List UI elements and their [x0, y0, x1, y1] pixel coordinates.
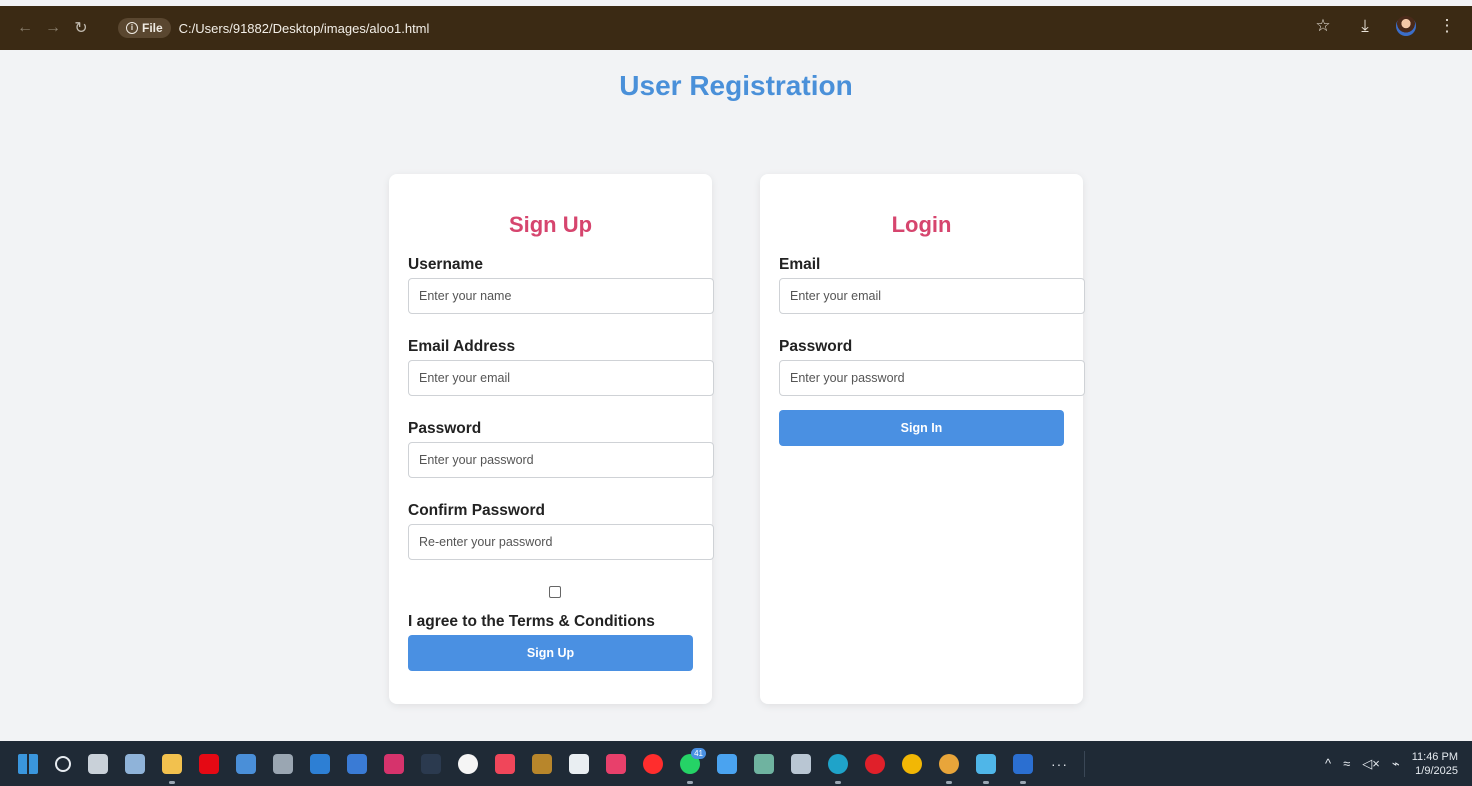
intellij-icon[interactable]: [606, 753, 626, 774]
clock-date: 1/9/2025: [1415, 764, 1458, 777]
signup-email-input[interactable]: [408, 360, 714, 396]
chrome-profile-icon[interactable]: [939, 753, 959, 784]
login-email-input[interactable]: [779, 278, 1085, 314]
login-title: Login: [891, 212, 952, 237]
app-gem-icon[interactable]: [273, 753, 293, 774]
youtube-icon[interactable]: [643, 753, 663, 774]
wifi-icon[interactable]: ≈: [1343, 756, 1350, 771]
instagram-icon[interactable]: [384, 753, 404, 774]
photos-icon[interactable]: [236, 753, 256, 774]
signin-button[interactable]: Sign In: [779, 410, 1064, 446]
browser-toolbar: ← → ↻ i File C:/Users/91882/Desktop/imag…: [0, 6, 1472, 50]
login-email-label: Email: [779, 256, 821, 273]
signup-button[interactable]: Sign Up: [408, 635, 693, 671]
login-password-label: Password: [779, 338, 853, 355]
system-tray: ^ ≈ ◁× ⌁ 11:46 PM 1/9/2025: [1325, 741, 1458, 786]
word-icon[interactable]: [1013, 753, 1033, 784]
file-explorer-icon[interactable]: [162, 753, 182, 784]
signup-title: Sign Up: [508, 212, 593, 237]
signup-password-label: Password: [408, 420, 482, 437]
profile-avatar-icon[interactable]: [1396, 16, 1416, 36]
signup-card: Sign Up Username Email Address Password …: [389, 174, 714, 704]
bookmark-star-icon[interactable]: ☆: [1312, 16, 1334, 36]
sonyliv-icon[interactable]: [532, 753, 552, 774]
address-bar[interactable]: i File C:/Users/91882/Desktop/images/alo…: [118, 14, 1348, 42]
browser-menu-icon[interactable]: ⋮: [1436, 16, 1458, 36]
login-password-input[interactable]: [779, 360, 1085, 396]
edge-icon[interactable]: [828, 753, 848, 784]
u-app-icon[interactable]: [458, 753, 478, 774]
back-icon[interactable]: ←: [14, 17, 36, 39]
username-input[interactable]: [408, 278, 714, 314]
notepad-icon[interactable]: [976, 753, 996, 784]
forward-icon[interactable]: →: [42, 17, 64, 39]
calculator-icon[interactable]: [347, 753, 367, 774]
browser-actions: ☆ ⤓ ⋮: [1312, 16, 1458, 36]
clock-time: 11:46 PM: [1411, 750, 1458, 763]
volume-muted-icon[interactable]: ◁×: [1362, 756, 1380, 772]
info-icon: i: [126, 22, 138, 34]
site-info-chip[interactable]: i File: [118, 18, 171, 38]
windows-taskbar: 41 ··· ^ ≈ ◁× ⌁ 11:46 PM 1/9/2025: [0, 741, 1472, 786]
vscode-icon[interactable]: [310, 753, 330, 774]
confirm-password-label: Confirm Password: [408, 502, 545, 519]
show-hidden-icons-icon[interactable]: ^: [1325, 756, 1331, 771]
reload-icon[interactable]: ↻: [70, 17, 92, 39]
whatsapp-icon[interactable]: 41: [680, 747, 706, 784]
dh-app-icon[interactable]: [421, 753, 441, 774]
taskbar-separator: [1084, 750, 1085, 777]
page-title: User Registration: [619, 70, 853, 101]
download-icon[interactable]: ⤓: [1354, 16, 1376, 36]
confirm-password-input[interactable]: [408, 524, 714, 560]
url-text[interactable]: C:/Users/91882/Desktop/images/aloo1.html: [179, 21, 430, 36]
opera-icon[interactable]: [865, 753, 885, 774]
paint-icon[interactable]: [791, 753, 811, 774]
media-icon[interactable]: [569, 753, 589, 774]
signup-email-label: Email Address: [408, 338, 516, 355]
terms-checkbox[interactable]: [549, 586, 561, 598]
music-icon[interactable]: [495, 753, 515, 774]
battery-icon[interactable]: ⌁: [1392, 756, 1400, 772]
terms-label: I agree to the Terms & Conditions: [408, 613, 655, 630]
start-icon[interactable]: [18, 753, 38, 774]
copilot-icon[interactable]: [717, 753, 737, 774]
file-chip-label: File: [142, 21, 163, 35]
whatsapp-badge: 41: [691, 747, 706, 759]
taskbar-apps: 41: [0, 747, 1033, 784]
search-icon[interactable]: [55, 755, 71, 772]
username-label: Username: [408, 256, 483, 273]
chrome-icon[interactable]: [902, 753, 922, 774]
task-view-icon[interactable]: [88, 753, 108, 774]
chatgpt-icon[interactable]: [754, 753, 774, 774]
more-apps-icon[interactable]: ···: [1051, 756, 1068, 772]
signup-password-input[interactable]: [408, 442, 714, 478]
netflix-icon[interactable]: [199, 753, 219, 774]
login-card: Login Email Password Sign In: [760, 174, 1085, 704]
clock[interactable]: 11:46 PM 1/9/2025: [1412, 750, 1458, 778]
settings-icon[interactable]: [125, 753, 145, 774]
